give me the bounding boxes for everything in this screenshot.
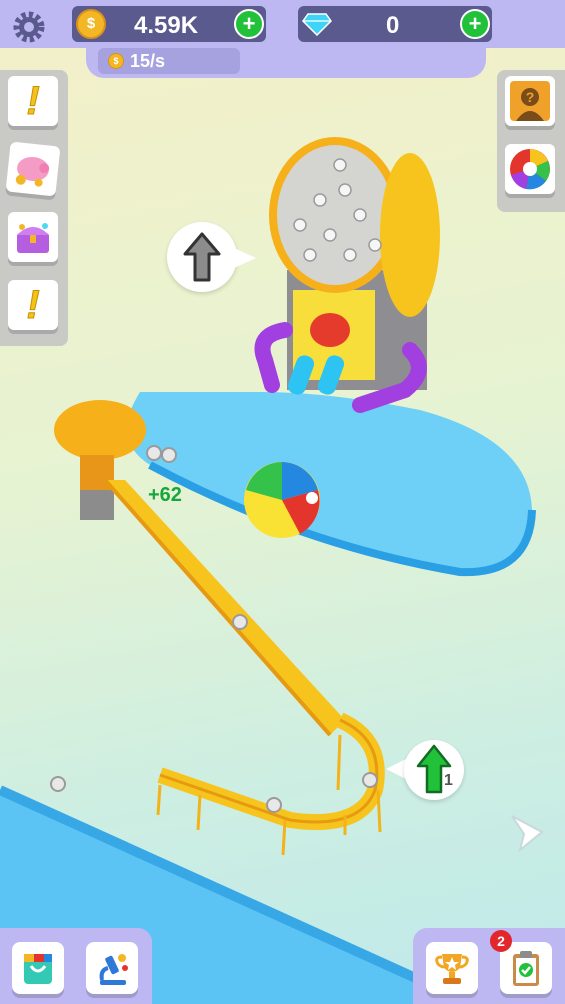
add-coins-button[interactable]: + (234, 9, 264, 39)
piggy-bank-icon (15, 156, 50, 187)
rate-coin-icon: $ (108, 53, 124, 69)
event-alert-button[interactable]: ! (8, 280, 58, 330)
coin-icon: $ (76, 9, 106, 39)
up-arrow-icon (183, 232, 221, 282)
track-upgrade-bubble[interactable]: 1 (404, 740, 464, 800)
beach-ball (244, 462, 320, 538)
piggy-bank-button[interactable] (5, 141, 61, 197)
leaderboard-button[interactable] (426, 942, 478, 994)
game-scene (0, 137, 536, 1004)
trophy-icon (435, 954, 469, 984)
shopping-bag-icon (24, 954, 52, 984)
svg-text:?: ? (526, 89, 535, 105)
next-area-arrow-icon[interactable] (508, 812, 546, 854)
funnel (54, 400, 146, 460)
add-gems-button[interactable]: + (460, 9, 490, 39)
diamond-icon (302, 13, 332, 36)
spin-wheel-icon (510, 149, 550, 190)
coin-value: 4.59K (134, 12, 199, 39)
rate-value: 15/s (130, 51, 166, 71)
research-button[interactable] (86, 942, 138, 994)
green-up-arrow-icon (416, 744, 452, 794)
shop-button[interactable] (12, 942, 64, 994)
bubble-tail (234, 248, 256, 268)
mystery-character-button[interactable]: ? (505, 76, 555, 126)
tasks-notification-badge: 2 (490, 930, 512, 952)
income-rate: $ 15/s (98, 48, 240, 74)
coin-counter: $ 4.59K + (72, 6, 266, 42)
exclamation-icon: ! (26, 78, 40, 123)
machine-upgrade-bubble[interactable] (167, 222, 237, 292)
lucky-wheel-button[interactable] (505, 144, 555, 194)
floating-reward-text: +62 (148, 484, 182, 506)
treasure-chest-icon (17, 223, 49, 253)
quest-alert-button[interactable]: ! (8, 76, 58, 126)
mystery-person-icon: ? (510, 81, 550, 121)
exclamation-icon: ! (26, 282, 40, 327)
settings-gear-icon[interactable] (10, 8, 48, 46)
tasks-button[interactable] (500, 942, 552, 994)
gem-value: 0 (386, 12, 400, 39)
clipboard-check-icon (513, 951, 539, 986)
upgrade-level: 1 (444, 772, 453, 789)
treasure-chest-button[interactable] (8, 212, 58, 262)
gem-counter: 0 + (298, 6, 492, 42)
microscope-icon (99, 954, 128, 985)
